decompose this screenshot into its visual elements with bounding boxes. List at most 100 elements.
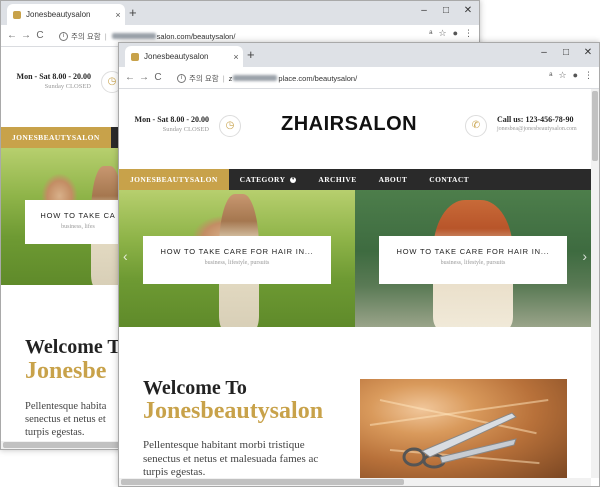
intro-paragraph: Pellentesque habita senectus et netus et…	[25, 400, 106, 439]
hours-text: Mon - Sat 8.00 - 20.00	[134, 115, 209, 124]
browser-toolbar: ← → C i 주의 요함 | z place.com/beautysalon/…	[119, 67, 599, 89]
toolbar-icons: ᵃ ☆ ● ⋮	[429, 28, 473, 39]
nav-category[interactable]: CATEGORY ▾	[229, 169, 308, 190]
paragraph-line: senectus et netus et malesuada fames ac	[143, 452, 319, 465]
email-text[interactable]: jonesbea@jonesbeautysalon.com	[497, 126, 577, 132]
nav-archive[interactable]: ARCHIVE	[307, 169, 367, 190]
forward-button[interactable]: →	[137, 72, 151, 83]
slide-card[interactable]: HOW TO TAKE CARE FOR HAIR IN... business…	[143, 236, 331, 284]
welcome-heading: Welcome T	[25, 336, 121, 358]
vertical-scrollbar[interactable]	[591, 89, 599, 478]
tab-title: Jonesbeautysalon	[144, 52, 209, 61]
redacted-url	[233, 75, 278, 81]
paragraph-line: Pellentesque habitant morbi tristique	[143, 439, 305, 451]
new-tab-button[interactable]: +	[247, 47, 255, 63]
opening-hours: Mon - Sat 8.00 - 20.00 Sunday CLOSED	[135, 115, 209, 133]
tab-close-icon[interactable]: ×	[229, 52, 243, 62]
browser-tab[interactable]: Jonesbeautysalon ×	[7, 4, 125, 25]
maximize-button[interactable]: □	[435, 1, 457, 25]
scissors-icon	[402, 412, 517, 469]
nav-home[interactable]: JONESBEAUTYSALON	[1, 127, 111, 148]
tab-close-icon[interactable]: ×	[111, 10, 125, 20]
scroll-thumb[interactable]	[592, 91, 598, 161]
security-warning: 주의 요함	[189, 73, 219, 83]
info-icon[interactable]: i	[177, 73, 186, 83]
browser-window-front[interactable]: Jonesbeautysalon × + – □ ✕ ← → C i 주의 요함…	[118, 42, 600, 487]
address-separator: |	[222, 73, 225, 83]
reload-button[interactable]: C	[33, 30, 47, 41]
main-nav: JONESBEAUTYSALON CATEGORY ▾ ARCHIVE ABOUT…	[119, 169, 591, 190]
nav-home[interactable]: JONESBEAUTYSALON	[119, 169, 229, 190]
slide-card[interactable]: HOW TO TAKE CARE FOR HAIR IN... business…	[379, 236, 567, 284]
site-header: Mon - Sat 8.00 - 20.00 Sunday CLOSED ◷ Z…	[119, 89, 591, 169]
phone-text: Call us: 123-456-78-90	[497, 115, 574, 124]
url-prefix: z	[228, 73, 233, 83]
slide-tags: business, lifes	[61, 224, 95, 230]
page-content: Mon - Sat 8.00 - 20.00 Sunday CLOSED ◷ Z…	[119, 89, 591, 486]
chevron-down-icon: ▾	[290, 176, 297, 183]
url-text: salon.com/beautysalon/	[156, 31, 236, 41]
address-bar[interactable]: i 주의 요함 | z place.com/beautysalon/	[173, 70, 529, 86]
profile-icon[interactable]: ●	[573, 70, 578, 81]
sunday-text: Sunday CLOSED	[44, 83, 91, 90]
bookmark-star-icon[interactable]: ☆	[558, 70, 566, 81]
slide-title: HOW TO TAKE CARE FOR HAIR IN...	[160, 247, 314, 256]
back-button[interactable]: ←	[5, 30, 19, 41]
slider-prev-icon[interactable]: ‹	[123, 248, 128, 264]
slide-tags: business, lifestyle, pursuits	[440, 260, 506, 266]
nav-contact[interactable]: CONTACT	[418, 169, 480, 190]
info-icon[interactable]: i	[59, 31, 68, 41]
menu-icon[interactable]: ⋮	[584, 70, 593, 81]
slide-card[interactable]: HOW TO TAKE CA business, lifes	[25, 200, 131, 244]
tab-strip: Jonesbeautysalon × + – □ ✕	[1, 1, 479, 25]
site-logo[interactable]: ZHAIRSALON	[281, 113, 417, 136]
paragraph-line: senectus et netus et	[25, 414, 106, 425]
toolbar-icons: ᵃ ☆ ● ⋮	[549, 70, 593, 81]
new-tab-button[interactable]: +	[129, 5, 137, 21]
scroll-thumb[interactable]	[121, 479, 405, 485]
sunday-text: Sunday CLOSED	[162, 126, 209, 133]
forward-button[interactable]: →	[19, 30, 33, 41]
slide-image[interactable]: HOW TO TAKE CA business, lifes	[1, 148, 131, 285]
opening-hours: Mon - Sat 8.00 - 20.00 Sunday CLOSED	[17, 72, 91, 90]
slide-title: HOW TO TAKE CARE FOR HAIR IN...	[396, 247, 550, 256]
horizontal-scrollbar[interactable]	[119, 478, 591, 486]
phone-icon: ✆	[465, 115, 487, 137]
address-separator: |	[104, 31, 107, 41]
paragraph-line: Pellentesque habita	[25, 401, 107, 412]
clock-icon: ◷	[219, 115, 241, 137]
browser-tab[interactable]: Jonesbeautysalon ×	[125, 46, 243, 67]
bookmark-star-icon[interactable]: ☆	[438, 28, 446, 39]
maximize-button[interactable]: □	[555, 43, 577, 67]
slide-title: HOW TO TAKE CA	[40, 211, 116, 220]
reload-button[interactable]: C	[151, 72, 165, 83]
close-window-button[interactable]: ✕	[457, 1, 479, 25]
window-controls: – □ ✕	[413, 1, 479, 25]
hours-text: Mon - Sat 8.00 - 20.00	[16, 72, 91, 81]
tab-title: Jonesbeautysalon	[26, 10, 91, 19]
back-button[interactable]: ←	[123, 72, 137, 83]
translate-icon[interactable]: ᵃ	[549, 70, 552, 81]
hair-scissors-image	[360, 379, 567, 479]
intro-paragraph: Pellentesque habitant morbi tristique se…	[143, 439, 318, 480]
welcome-heading: Welcome To	[143, 377, 247, 399]
favicon-icon	[131, 52, 139, 61]
close-window-button[interactable]: ✕	[577, 43, 599, 67]
minimize-button[interactable]: –	[533, 43, 555, 67]
slide-tags: business, lifestyle, pursuits	[204, 260, 270, 266]
paragraph-line: turpis egestas.	[25, 427, 85, 438]
security-warning: 주의 요함	[71, 31, 101, 41]
tab-strip: Jonesbeautysalon × + – □ ✕	[119, 43, 599, 67]
menu-icon[interactable]: ⋮	[464, 28, 473, 39]
brand-heading: Jonesbe	[25, 358, 107, 384]
nav-about[interactable]: ABOUT	[368, 169, 419, 190]
slider-next-icon[interactable]: ›	[582, 248, 587, 264]
brand-heading: Jonesbeautysalon	[143, 398, 324, 424]
minimize-button[interactable]: –	[413, 1, 435, 25]
profile-icon[interactable]: ●	[453, 28, 458, 39]
slide-image[interactable]: ‹ HOW TO TAKE CARE FOR HAIR IN... busine…	[119, 190, 355, 327]
contact-info: Call us: 123-456-78-90 jonesbea@jonesbea…	[497, 115, 577, 132]
translate-icon[interactable]: ᵃ	[429, 28, 432, 39]
slide-image[interactable]: › HOW TO TAKE CARE FOR HAIR IN... busine…	[355, 190, 591, 327]
favicon-icon	[13, 10, 21, 19]
